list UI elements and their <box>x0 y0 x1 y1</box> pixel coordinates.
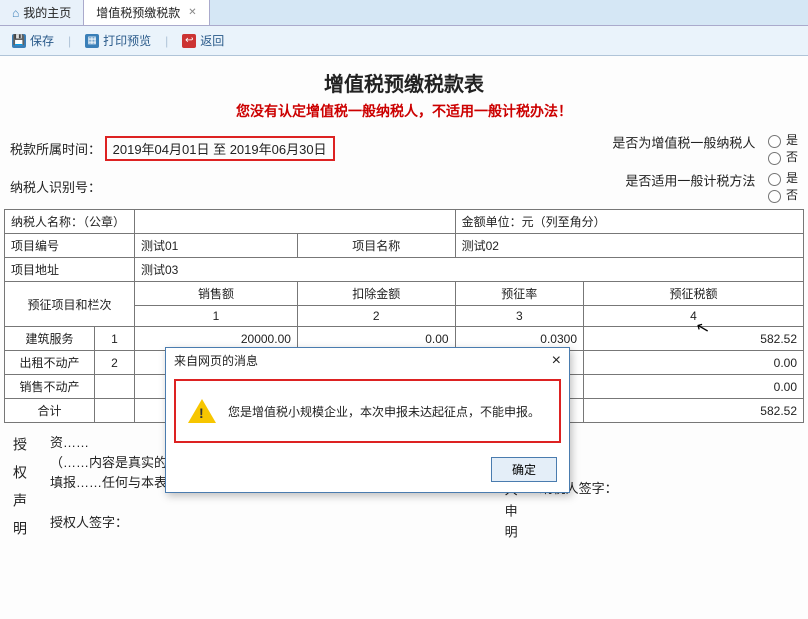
alert-dialog: 来自网页的消息 × 您是增值税小规模企业，本次申报未达起征点，不能申报。 确定 <box>165 347 570 493</box>
dialog-close-icon[interactable]: × <box>552 354 561 368</box>
separator: | <box>165 34 168 48</box>
use-general-no[interactable] <box>768 190 781 203</box>
tab-bar: ⌂ 我的主页 增值税预缴税款 ✕ <box>0 0 808 26</box>
warning-line: 您没有认定增值税一般纳税人，不适用一般计税办法！ <box>4 101 804 121</box>
cell-c4[interactable]: 0.00 <box>584 351 804 375</box>
separator: | <box>68 34 71 48</box>
cell-c4: 582.52 <box>584 399 804 423</box>
row-name: 建筑服务 <box>5 327 95 351</box>
dialog-message: 您是增值税小规模企业，本次申报未达起征点，不能申报。 <box>228 403 540 420</box>
use-general-method-label: 是否适用一般计税方法 <box>625 174 755 189</box>
hdr-project-addr: 项目地址 <box>5 258 135 282</box>
is-general-label: 是否为增值税一般纳税人 <box>612 136 755 151</box>
tab-home[interactable]: ⌂ 我的主页 <box>0 0 84 25</box>
period-label: 税款所属时间： <box>10 142 101 157</box>
row-name: 出租不动产 <box>5 351 95 375</box>
dialog-title: 来自网页的消息 <box>174 352 258 369</box>
toolbar: 💾 保存 | ▦ 打印预览 | ↩ 返回 <box>0 26 808 56</box>
tab-current-label: 增值税预缴税款 <box>96 4 180 21</box>
back-button[interactable]: ↩ 返回 <box>178 30 228 51</box>
row-idx <box>95 375 135 399</box>
print-preview-label: 打印预览 <box>103 32 151 49</box>
row-idx: 2 <box>95 351 135 375</box>
period-value: 2019年04月01日 至 2019年06月30日 <box>105 136 335 161</box>
row-name: 销售不动产 <box>5 375 95 399</box>
row-idx <box>95 399 135 423</box>
use-general-yes[interactable] <box>768 173 781 186</box>
save-button[interactable]: 💾 保存 <box>8 30 58 51</box>
is-general-yes[interactable] <box>768 135 781 148</box>
back-icon: ↩ <box>182 34 196 48</box>
hdr-project-name: 项目名称 <box>297 234 455 258</box>
warning-icon <box>188 399 216 423</box>
taxpayer-id-label: 纳税人识别号： <box>10 180 101 195</box>
back-label: 返回 <box>200 32 224 49</box>
close-icon[interactable]: ✕ <box>188 7 196 18</box>
project-no-value[interactable]: 测试01 <box>135 234 298 258</box>
row-name: 合计 <box>5 399 95 423</box>
taxpayer-name-label: 纳税人名称：（公章） <box>5 210 135 234</box>
hdr-col4: 预征税额 <box>584 282 804 306</box>
auth-title: 授权声明 <box>10 433 30 553</box>
cell-c4[interactable]: 582.52 <box>584 327 804 351</box>
hdr-col2: 扣除金额 <box>297 282 455 306</box>
dialog-ok-button[interactable]: 确定 <box>491 457 557 482</box>
print-icon: ▦ <box>85 34 99 48</box>
row-idx: 1 <box>95 327 135 351</box>
save-icon: 💾 <box>12 34 26 48</box>
cell-c4[interactable]: 0.00 <box>584 375 804 399</box>
project-addr-value[interactable]: 测试03 <box>135 258 804 282</box>
tab-current[interactable]: 增值税预缴税款 ✕ <box>84 0 209 25</box>
home-icon: ⌂ <box>12 6 19 20</box>
is-general-no[interactable] <box>768 152 781 165</box>
project-name-value[interactable]: 测试02 <box>455 234 803 258</box>
idx-col3: 3 <box>455 306 583 327</box>
tab-home-label: 我的主页 <box>23 4 71 21</box>
currency-unit: 金额单位：元（列至角分） <box>455 210 803 234</box>
save-label: 保存 <box>30 32 54 49</box>
hdr-col3: 预征率 <box>455 282 583 306</box>
idx-col4: 4 <box>584 306 804 327</box>
idx-col1: 1 <box>135 306 298 327</box>
print-preview-button[interactable]: ▦ 打印预览 <box>81 30 155 51</box>
hdr-col1: 销售额 <box>135 282 298 306</box>
page-title: 增值税预缴税款表 <box>4 68 804 97</box>
idx-col2: 2 <box>297 306 455 327</box>
taxpayer-name-value[interactable] <box>135 210 456 234</box>
hdr-section: 预征项目和栏次 <box>5 282 135 327</box>
auth-signer1-label: 授权人签字： <box>50 513 481 533</box>
hdr-project-no: 项目编号 <box>5 234 135 258</box>
